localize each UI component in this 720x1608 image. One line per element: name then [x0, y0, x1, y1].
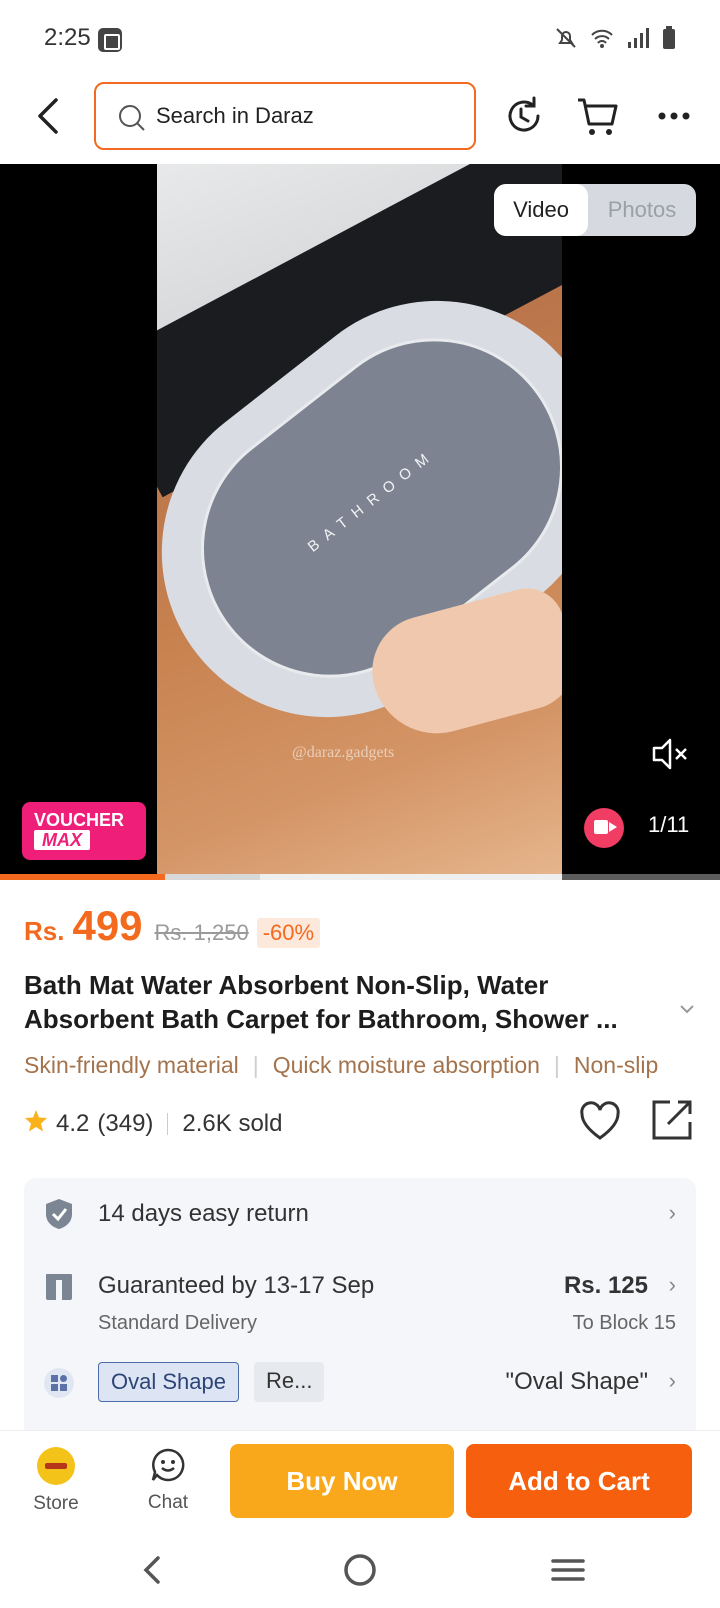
feature-tag: Quick moisture absorption [272, 1052, 540, 1078]
selected-variant: "Oval Shape" [505, 1368, 648, 1395]
wifi-icon [590, 27, 614, 54]
review-count: (349) [97, 1110, 154, 1137]
delivery-date: Guaranteed by 13-17 Sep [98, 1272, 375, 1299]
return-policy-text: 14 days easy return [98, 1200, 309, 1227]
cart-icon[interactable] [574, 92, 622, 140]
media-progress [0, 874, 720, 880]
tab-video[interactable]: Video [494, 184, 588, 236]
chat-icon [150, 1448, 186, 1487]
media-tabs: Video Photos [494, 184, 696, 236]
shield-icon [44, 1198, 74, 1235]
status-time: 2:25 [44, 24, 91, 51]
system-nav-bar [0, 1530, 720, 1608]
more-options-icon[interactable] [650, 92, 698, 140]
voucher-max-badge[interactable]: VOUCHER MAX [22, 802, 146, 860]
signal-icon [626, 27, 650, 54]
divider [167, 1113, 169, 1135]
nav-home-icon[interactable] [340, 1550, 380, 1590]
chat-button[interactable]: Chat [140, 1447, 196, 1514]
product-video-frame[interactable]: BATHROOM @daraz.gadgets [157, 164, 562, 880]
buy-now-button[interactable]: Buy Now [230, 1444, 454, 1518]
voucher-max-label: MAX [34, 830, 90, 850]
media-progress-fill [0, 874, 166, 880]
product-title[interactable]: Bath Mat Water Absorbent Non-Slip, Water… [24, 968, 674, 1036]
history-icon[interactable] [500, 92, 548, 140]
delivery-row[interactable]: Guaranteed by 13-17 Sep Standard Deliver… [24, 1252, 696, 1338]
star-icon [24, 1109, 48, 1140]
discount-badge: -60% [256, 918, 321, 948]
variant-chip-other[interactable]: Re... [254, 1362, 325, 1402]
video-watermark: @daraz.gadgets [292, 744, 395, 761]
chat-label: Chat [147, 1492, 189, 1513]
variants-grid-icon [44, 1368, 74, 1403]
price-row: Rs. 499 Rs. 1,250 -60% [24, 902, 321, 958]
price-currency: Rs. [24, 916, 65, 946]
delivery-box-icon [44, 1272, 74, 1307]
bottom-action-bar: Store Chat Buy Now Add to Cart [0, 1430, 720, 1530]
return-policy-row[interactable]: 14 days easy return › [24, 1178, 696, 1250]
chevron-right-icon: › [668, 1272, 676, 1297]
delivery-fee: Rs. 125 [563, 1272, 648, 1299]
video-camera-icon[interactable] [584, 808, 624, 848]
add-to-cart-button[interactable]: Add to Cart [466, 1444, 692, 1518]
sold-count: 2.6K sold [182, 1110, 283, 1137]
back-button[interactable] [28, 94, 72, 138]
share-icon[interactable] [650, 1098, 694, 1142]
status-bar: 2:25 [0, 0, 720, 80]
chevron-down-icon[interactable] [678, 1002, 696, 1021]
chevron-right-icon: › [668, 1368, 676, 1393]
price-value: 499 [72, 902, 143, 949]
wishlist-heart-icon[interactable] [578, 1100, 622, 1144]
status-icons [554, 26, 676, 55]
feature-tag: Skin-friendly material [24, 1052, 239, 1078]
nav-recents-icon[interactable] [548, 1550, 588, 1590]
search-box[interactable] [94, 82, 476, 150]
search-input[interactable] [156, 84, 456, 148]
voucher-label: VOUCHER [34, 810, 125, 830]
media-progress-segment [165, 874, 260, 880]
chevron-right-icon: › [668, 1200, 676, 1225]
feature-tags: Skin-friendly material | Quick moisture ab… [24, 1052, 700, 1086]
mute-icon[interactable] [648, 732, 692, 776]
variant-chip-oval-shape[interactable]: Oval Shape [98, 1362, 239, 1402]
nav-back-icon[interactable] [134, 1550, 174, 1590]
rating-value: 4.2 [56, 1110, 90, 1137]
service-info-card: 14 days easy return › Guaranteed by 13-1… [24, 1178, 696, 1438]
mute-bell-icon [554, 26, 578, 55]
battery-icon [662, 26, 676, 55]
delivery-destination: To Block 15 [572, 1312, 676, 1334]
delivery-type: Standard Delivery [98, 1312, 257, 1334]
feature-separator: | [553, 1052, 560, 1078]
search-header [0, 80, 720, 164]
store-logo [37, 1447, 75, 1485]
variant-row[interactable]: Oval Shape Re... "Oval Shape" › [24, 1338, 696, 1424]
original-price: Rs. 1,250 [154, 920, 249, 945]
feature-tag: Non-slip [573, 1052, 659, 1078]
tab-photos[interactable]: Photos [588, 184, 696, 236]
search-icon [118, 104, 146, 137]
app-notification-icon [98, 28, 122, 52]
media-counter: 1/11 [648, 812, 690, 837]
media-progress-segment-dark [562, 874, 720, 880]
product-media[interactable]: BATHROOM @daraz.gadgets Video Photos VOU… [0, 164, 720, 880]
feature-separator: | [252, 1052, 259, 1078]
rating-row[interactable]: 4.2 (349) 2.6K sold [24, 1104, 282, 1144]
store-label: Store [33, 1493, 79, 1514]
store-button[interactable]: Store [28, 1447, 84, 1515]
